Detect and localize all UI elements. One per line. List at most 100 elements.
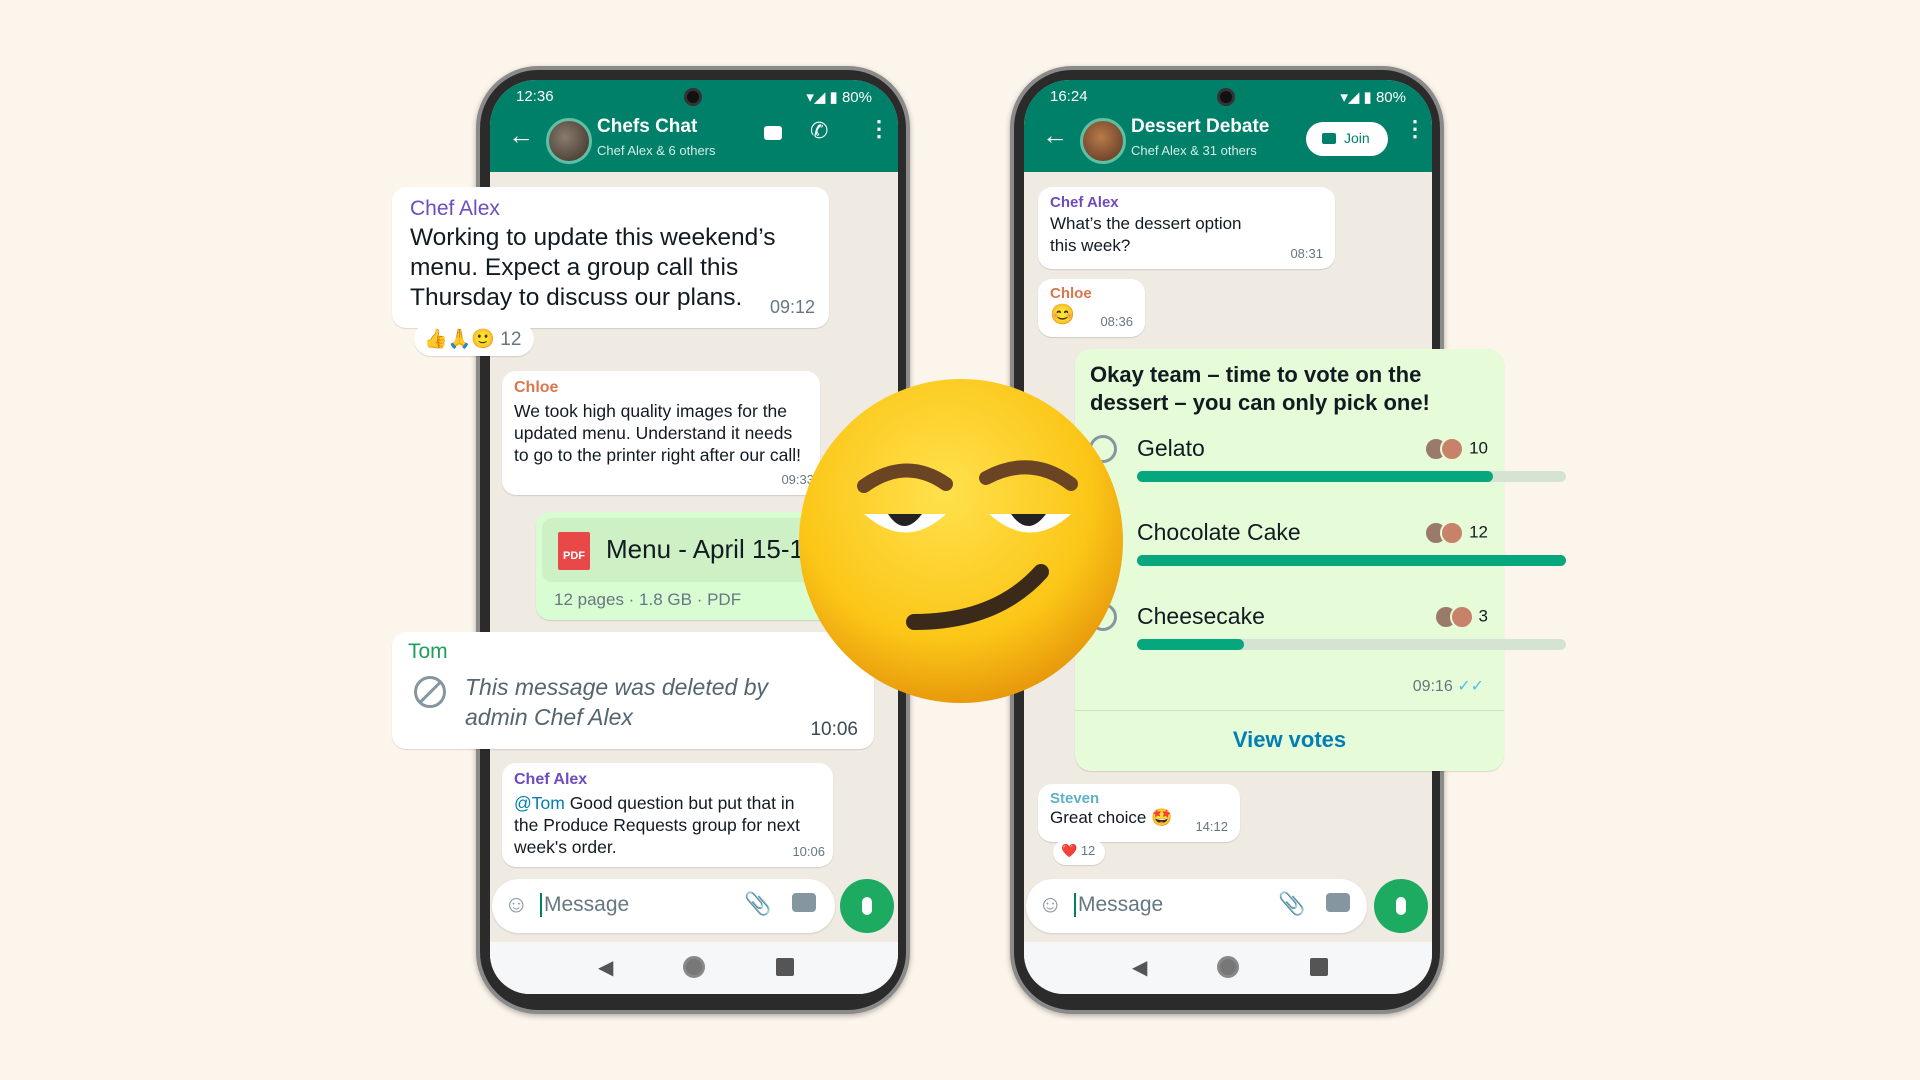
phone-call-icon[interactable]: ✆ xyxy=(810,118,828,144)
nav-back-icon[interactable]: ◀ xyxy=(598,955,613,980)
emoji-icon[interactable]: ☺ xyxy=(504,891,529,919)
message-input-bar[interactable]: ☺ Message 📎 xyxy=(1026,879,1367,933)
message-sender: Chef Alex xyxy=(410,197,500,220)
poll-voters: 12 xyxy=(1424,521,1488,545)
group-avatar[interactable] xyxy=(1080,118,1126,164)
video-call-icon[interactable] xyxy=(764,126,782,140)
message-time: 10:06 xyxy=(792,844,825,859)
voter-avatar xyxy=(1449,605,1474,629)
emoji-icon[interactable]: ☺ xyxy=(1038,891,1063,919)
poll-progress-bar xyxy=(1137,471,1566,482)
file-name: Menu - April 15-17 xyxy=(606,534,819,564)
more-options-icon[interactable]: ⋮ xyxy=(1404,116,1426,142)
reaction-emojis: ❤️ xyxy=(1061,843,1078,858)
read-receipt-icon: ✓✓ xyxy=(1457,678,1484,695)
poll-progress-bar xyxy=(1137,639,1566,650)
view-votes-button[interactable]: View votes xyxy=(1075,727,1504,753)
message-text: What’s the dessert option this week? xyxy=(1050,214,1242,255)
poll-option[interactable]: Gelato 10 xyxy=(1075,431,1566,501)
chat-title[interactable]: Chefs Chat xyxy=(597,116,697,138)
nav-recents-icon[interactable] xyxy=(776,958,794,976)
divider xyxy=(1075,710,1504,711)
reactions-pill[interactable]: 👍🙏🙂 12 xyxy=(414,322,534,356)
message-time: 14:12 xyxy=(1195,819,1228,834)
message-text: We took high quality images for the upda… xyxy=(514,401,801,465)
message-time: 10:06 xyxy=(810,719,858,740)
nav-back-icon[interactable]: ◀ xyxy=(1132,955,1147,980)
mic-button[interactable] xyxy=(840,879,894,933)
poll-time-text: 09:16 xyxy=(1412,678,1453,695)
message-input-bar[interactable]: ☺ Message 📎 xyxy=(492,879,835,933)
camera-icon[interactable] xyxy=(792,893,816,912)
poll-option-label: Gelato xyxy=(1137,435,1205,461)
message-bubble[interactable]: Chloe We took high quality images for th… xyxy=(502,371,820,495)
message-input[interactable]: Message xyxy=(540,893,629,917)
poll-option-label: Cheesecake xyxy=(1137,603,1265,629)
mic-icon xyxy=(862,897,872,915)
message-sender: Tom xyxy=(408,640,448,663)
mic-button[interactable] xyxy=(1374,879,1428,933)
poll-option-label: Chocolate Cake xyxy=(1137,519,1301,545)
message-bubble[interactable]: Chef Alex @Tom Good question but put tha… xyxy=(502,763,833,867)
pdf-file-icon: PDF xyxy=(558,532,590,570)
message-bubble[interactable]: Chef Alex Working to update this weekend… xyxy=(392,187,829,328)
message-sender: Chef Alex xyxy=(514,771,588,788)
message-bubble[interactable]: Chef Alex What’s the dessert option this… xyxy=(1038,187,1335,269)
back-arrow-icon[interactable]: ← xyxy=(508,120,534,151)
message-time: 09:12 xyxy=(769,297,815,317)
android-nav-bar: ◀ xyxy=(1024,942,1432,994)
emoji-face xyxy=(799,379,1123,703)
smirking-face-emoji xyxy=(799,379,1123,703)
message-sender: Chef Alex xyxy=(1050,194,1119,211)
voter-avatar xyxy=(1440,521,1465,545)
group-avatar[interactable] xyxy=(546,118,592,164)
message-time: 08:36 xyxy=(1100,314,1133,329)
poll-voters: 10 xyxy=(1424,437,1488,461)
android-nav-bar: ◀ xyxy=(490,942,898,994)
video-call-icon xyxy=(1322,133,1336,144)
join-call-button[interactable]: Join xyxy=(1306,122,1388,156)
status-time: 16:24 xyxy=(1050,88,1088,105)
attach-icon[interactable]: 📎 xyxy=(744,891,771,917)
chat-subtitle: Chef Alex & 31 others xyxy=(1131,143,1257,158)
poll-question: Okay team – time to vote on the dessert … xyxy=(1090,362,1430,415)
message-sender: Chloe xyxy=(514,379,559,396)
message-sender: Steven xyxy=(1050,790,1100,807)
deleted-icon xyxy=(414,676,446,708)
chat-title[interactable]: Dessert Debate xyxy=(1131,116,1269,138)
camera-icon[interactable] xyxy=(1326,893,1350,912)
chat-subtitle: Chef Alex & 6 others xyxy=(597,143,716,158)
message-bubble[interactable]: Chloe 😊 08:36 xyxy=(1038,279,1145,337)
nav-home-icon[interactable] xyxy=(683,956,705,978)
reaction-count: 12 xyxy=(500,329,522,350)
mic-icon xyxy=(1396,897,1406,915)
poll-vote-count: 10 xyxy=(1469,438,1488,458)
camera-hole xyxy=(684,88,702,106)
battery-level: 80% xyxy=(841,89,872,106)
poll-time: 09:16 ✓✓ xyxy=(1413,676,1484,696)
chat-header: 12:36 ▾◢ ▮ 80% ← Chefs Chat Chef Alex & … xyxy=(490,80,898,172)
poll-voters: 3 xyxy=(1433,605,1488,629)
message-sender: Chloe xyxy=(1050,285,1092,302)
attach-icon[interactable]: 📎 xyxy=(1278,891,1305,917)
poll-progress-fill xyxy=(1137,555,1566,566)
nav-home-icon[interactable] xyxy=(1217,956,1239,978)
status-icons: ▾◢ ▮ 80% xyxy=(1340,89,1406,106)
battery-level: 80% xyxy=(1375,89,1406,106)
message-bubble[interactable]: Steven Great choice 🤩 14:12 xyxy=(1038,784,1240,842)
camera-hole xyxy=(1217,88,1235,106)
poll-progress-fill xyxy=(1137,639,1245,650)
voter-avatar xyxy=(1440,437,1465,461)
poll-option[interactable]: Chocolate Cake 12 xyxy=(1075,515,1566,585)
mention-link[interactable]: @Tom xyxy=(514,793,565,813)
message-input[interactable]: Message xyxy=(1074,893,1163,917)
poll-progress-fill xyxy=(1137,471,1494,482)
reactions-pill[interactable]: ❤️ 12 xyxy=(1053,840,1105,865)
nav-recents-icon[interactable] xyxy=(1310,958,1328,976)
more-options-icon[interactable]: ⋮ xyxy=(868,116,890,142)
back-arrow-icon[interactable]: ← xyxy=(1042,120,1068,151)
message-text: Working to update this weekend’s menu. E… xyxy=(410,224,776,311)
reaction-count: 12 xyxy=(1080,843,1096,858)
poll-option[interactable]: Cheesecake 3 xyxy=(1075,599,1566,669)
status-icons: ▾◢ ▮ 80% xyxy=(806,89,872,106)
